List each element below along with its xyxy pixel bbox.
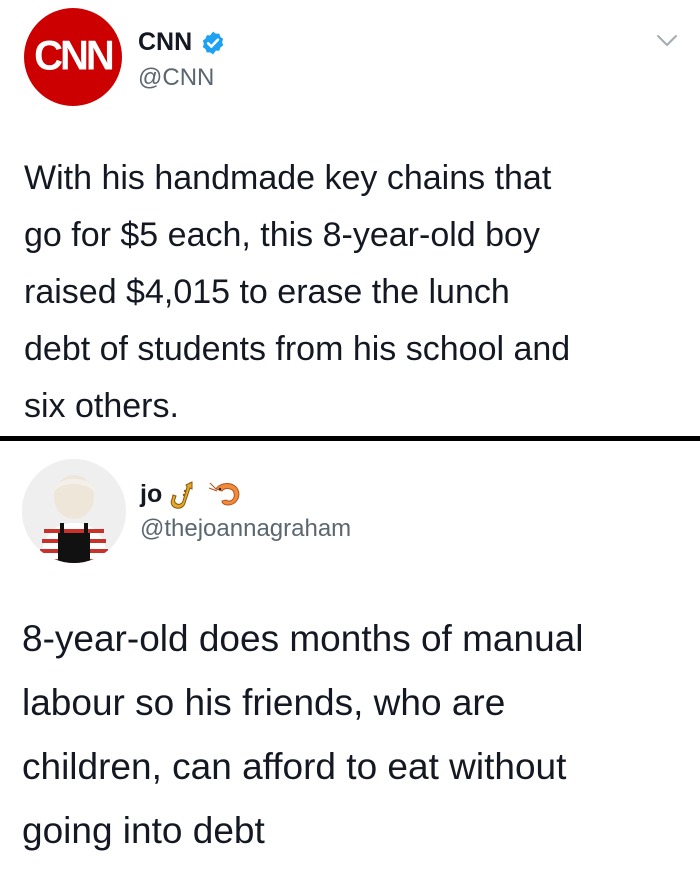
avatar-photo bbox=[22, 459, 126, 563]
cnn-tweet: CNN CNN @CNN With his handmade key chain… bbox=[0, 0, 700, 436]
cnn-logo: CNN bbox=[34, 32, 115, 80]
cnn-tweet-text: With his handmade key chains that go for… bbox=[24, 159, 571, 425]
chevron-down-icon[interactable] bbox=[656, 34, 678, 48]
shrimp-icon bbox=[209, 482, 240, 506]
verified-badge-icon bbox=[202, 31, 224, 54]
jo-handle[interactable]: @thejoannagraham bbox=[140, 515, 351, 543]
jo-avatar[interactable] bbox=[22, 459, 126, 563]
cnn-avatar[interactable]: CNN bbox=[24, 8, 122, 106]
jo-name-text: jo bbox=[140, 479, 163, 508]
jo-tweet-text: 8-year-old does months of manual labour … bbox=[22, 618, 584, 851]
cnn-name-text: CNN bbox=[138, 28, 193, 56]
saxophone-icon bbox=[170, 481, 193, 509]
jo-tweet: jo @thejoannagraham 8-year-old does mont… bbox=[0, 441, 700, 875]
cnn-handle[interactable]: @CNN bbox=[138, 64, 214, 92]
jo-display-name[interactable]: jo bbox=[140, 479, 242, 509]
cnn-display-name[interactable]: CNN bbox=[138, 28, 226, 57]
